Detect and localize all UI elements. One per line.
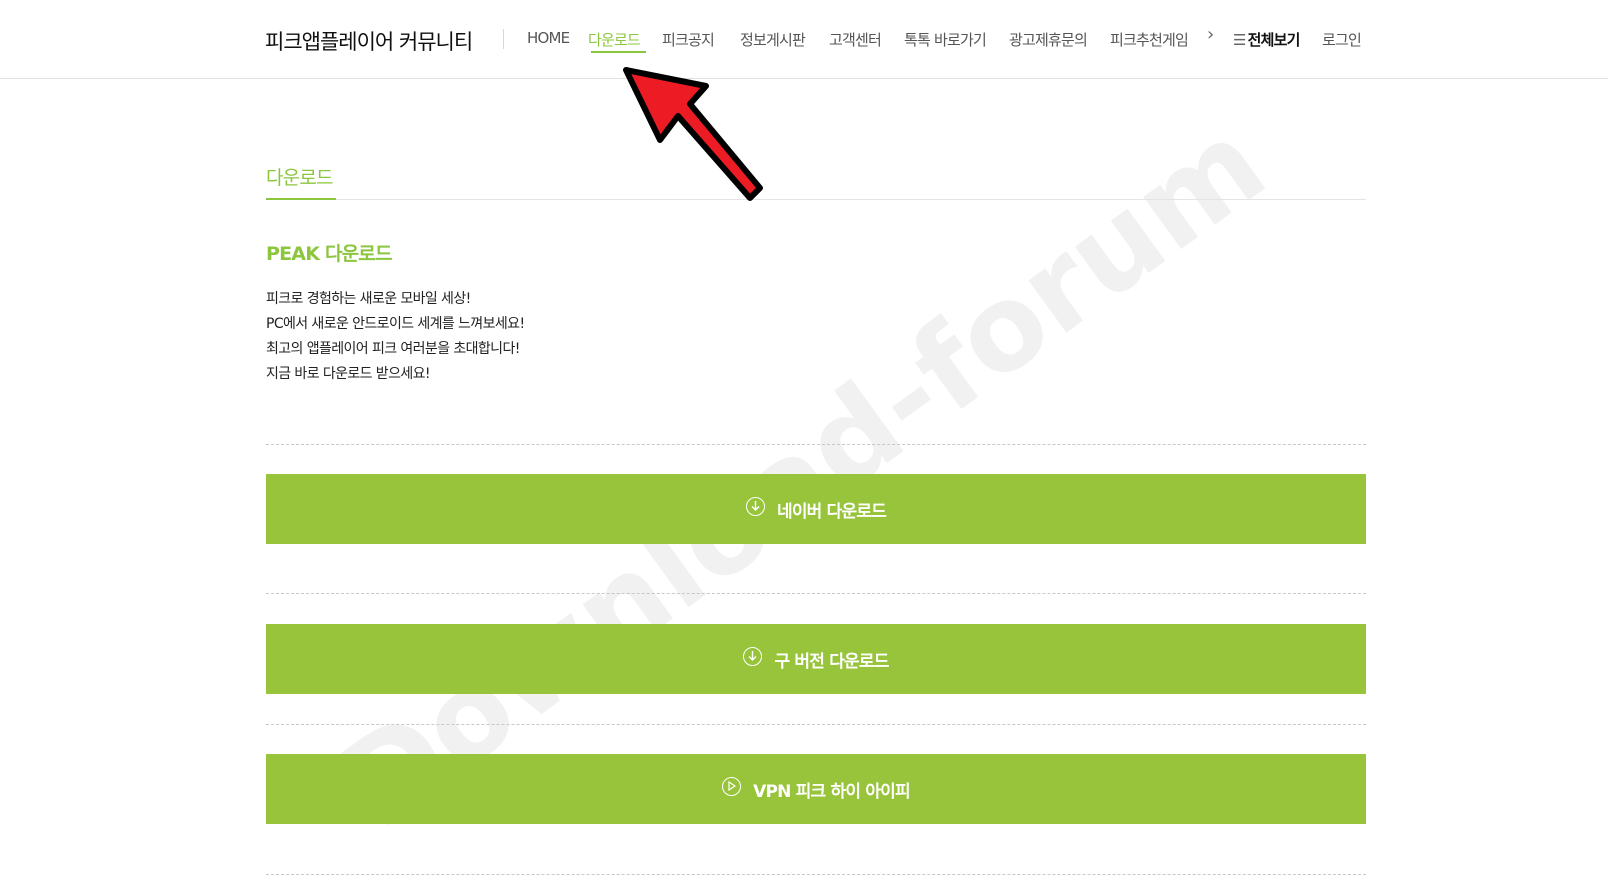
description-line: 피크로 경험하는 새로운 모바일 세상! — [266, 291, 471, 307]
nav-overflow-clip: 피크추천게임 — [1110, 26, 1194, 52]
vpn-peak-button[interactable]: VPN 피크 하이 아이피 — [266, 754, 1366, 824]
nav-download[interactable]: 다운로드 — [588, 29, 641, 50]
chevron-right-icon[interactable]: › — [1207, 24, 1214, 45]
play-circle-icon — [722, 776, 742, 796]
menu-lines-icon: ☰ — [1233, 31, 1246, 49]
menu-all-label: 전체보기 — [1247, 31, 1301, 49]
download-circle-icon — [743, 646, 763, 666]
naver-download-label: 네이버 다운로드 — [777, 501, 887, 522]
title-divider — [503, 29, 504, 49]
nav-ad-inquiry[interactable]: 광고제휴문의 — [1009, 29, 1088, 50]
old-version-download-label: 구 버전 다운로드 — [774, 651, 889, 672]
description-line: PC에서 새로운 안드로이드 세계를 느껴보세요! — [266, 316, 525, 332]
nav-recommended-games[interactable]: 피크추천게임 — [1110, 29, 1189, 50]
site-header: 피크앱플레이어 커뮤니티 HOME 다운로드 피크공지 정보게시판 고객센터 톡… — [0, 0, 1608, 79]
page-rule — [266, 199, 1366, 200]
dashed-divider — [266, 874, 1366, 875]
naver-download-button[interactable]: 네이버 다운로드 — [266, 474, 1366, 544]
dashed-divider — [266, 444, 1366, 445]
vpn-peak-label: VPN 피크 하이 아이피 — [753, 781, 910, 802]
page-tab-download[interactable]: 다운로드 — [266, 163, 334, 190]
description-line: 최고의 앱플레이어 피크 여러분을 초대합니다! — [266, 341, 520, 357]
nav-home[interactable]: HOME — [527, 29, 570, 47]
page-tab-underline — [266, 198, 336, 200]
nav-notice[interactable]: 피크공지 — [662, 29, 715, 50]
menu-all-button[interactable]: ☰ 전체보기 — [1233, 29, 1300, 50]
download-circle-icon — [746, 496, 765, 516]
nav-talk-shortcut[interactable]: 톡톡 바로가기 — [904, 29, 987, 50]
dashed-divider — [266, 724, 1366, 725]
description-line: 지금 바로 다운로드 받으세요! — [266, 366, 431, 382]
description: 피크로 경험하는 새로운 모바일 세상! PC에서 새로운 안드로이드 세계를 … — [266, 287, 525, 387]
site-title[interactable]: 피크앱플레이어 커뮤니티 — [265, 26, 473, 56]
old-version-download-button[interactable]: 구 버전 다운로드 — [266, 624, 1366, 694]
nav-info-board[interactable]: 정보게시판 — [740, 29, 806, 50]
section-title: PEAK 다운로드 — [266, 243, 392, 265]
annotation-arrow-icon — [623, 67, 763, 201]
login-link[interactable]: 로그인 — [1322, 29, 1362, 50]
nav-customer-center[interactable]: 고객센터 — [829, 29, 882, 50]
dashed-divider — [266, 593, 1366, 594]
nav-active-underline — [591, 51, 646, 53]
